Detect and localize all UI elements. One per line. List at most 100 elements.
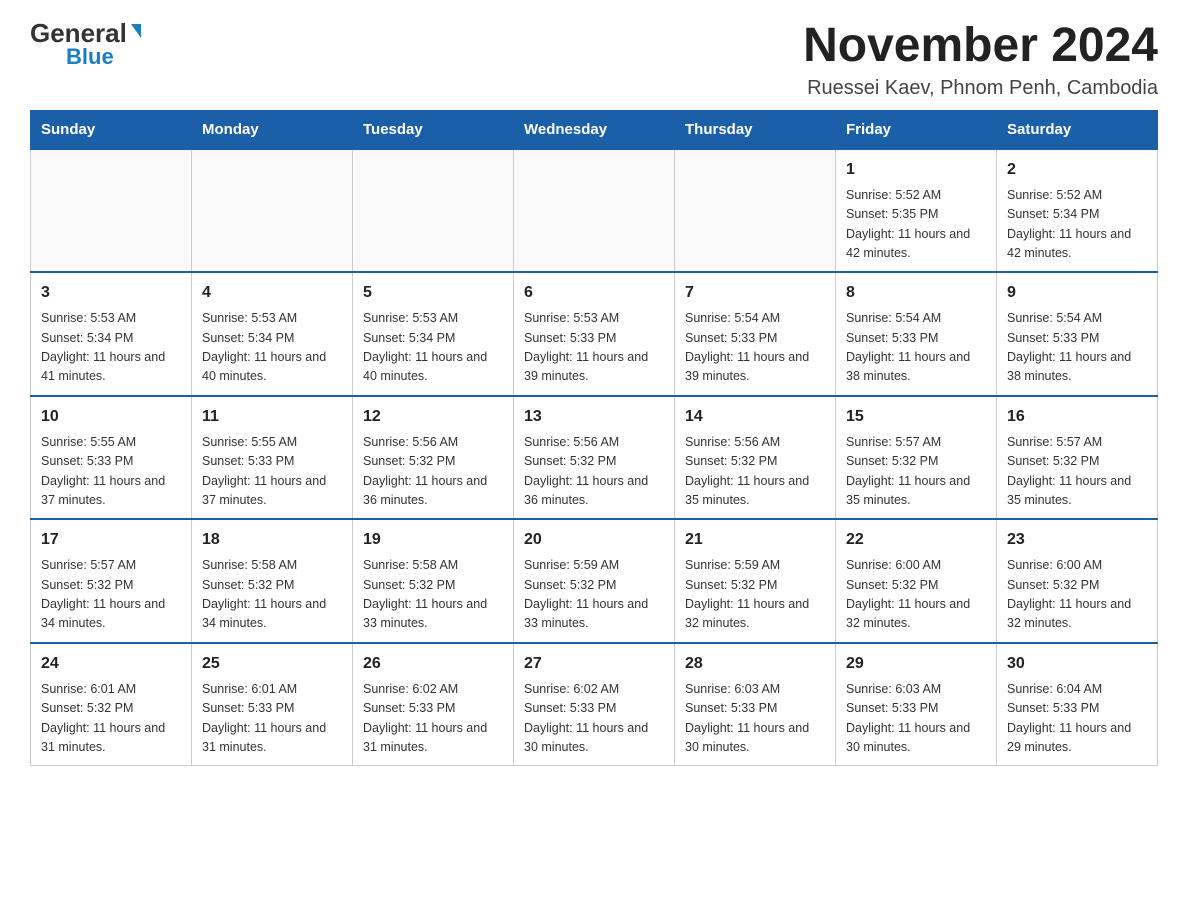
day-info: Sunrise: 5:57 AM Sunset: 5:32 PM Dayligh… xyxy=(41,556,181,634)
day-info: Sunrise: 6:03 AM Sunset: 5:33 PM Dayligh… xyxy=(846,680,986,758)
day-number: 3 xyxy=(41,281,181,305)
day-info: Sunrise: 5:52 AM Sunset: 5:35 PM Dayligh… xyxy=(846,186,986,264)
calendar-cell: 21 Sunrise: 5:59 AM Sunset: 5:32 PM Dayli… xyxy=(675,519,836,643)
calendar-cell xyxy=(31,149,192,273)
day-info: Sunrise: 5:56 AM Sunset: 5:32 PM Dayligh… xyxy=(363,433,503,511)
calendar-cell xyxy=(675,149,836,273)
calendar-cell: 16Sunrise: 5:57 AM Sunset: 5:32 PM Dayli… xyxy=(997,396,1158,520)
calendar-cell: 6 Sunrise: 5:53 AM Sunset: 5:33 PM Daylig… xyxy=(514,272,675,396)
calendar-cell: 28Sunrise: 6:03 AM Sunset: 5:33 PM Dayli… xyxy=(675,643,836,766)
calendar-cell: 27 Sunrise: 6:02 AM Sunset: 5:33 PM Dayli… xyxy=(514,643,675,766)
day-info: Sunrise: 6:00 AM Sunset: 5:32 PM Dayligh… xyxy=(1007,556,1147,634)
calendar-cell: 22 Sunrise: 6:00 AM Sunset: 5:32 PM Dayli… xyxy=(836,519,997,643)
day-number: 13 xyxy=(524,405,664,429)
day-info: Sunrise: 5:58 AM Sunset: 5:32 PM Dayligh… xyxy=(363,556,503,634)
calendar-cell: 18Sunrise: 5:58 AM Sunset: 5:32 PM Dayli… xyxy=(192,519,353,643)
day-number: 27 xyxy=(524,652,664,676)
calendar-day-header-tuesday: Tuesday xyxy=(353,110,514,149)
calendar-cell xyxy=(353,149,514,273)
calendar-cell: 13 Sunrise: 5:56 AM Sunset: 5:32 PM Dayli… xyxy=(514,396,675,520)
location-text: Ruessei Kaev, Phnom Penh, Cambodia xyxy=(803,77,1158,100)
calendar-week-row: 24 Sunrise: 6:01 AM Sunset: 5:32 PM Dayli… xyxy=(31,643,1158,766)
day-info: Sunrise: 5:59 AM Sunset: 5:32 PM Dayligh… xyxy=(685,556,825,634)
day-number: 18 xyxy=(202,528,342,552)
day-number: 20 xyxy=(524,528,664,552)
calendar-day-header-thursday: Thursday xyxy=(675,110,836,149)
day-info: Sunrise: 5:54 AM Sunset: 5:33 PM Dayligh… xyxy=(1007,309,1147,387)
day-number: 1 xyxy=(846,158,986,182)
day-number: 24 xyxy=(41,652,181,676)
day-info: Sunrise: 5:53 AM Sunset: 5:34 PM Dayligh… xyxy=(41,309,181,387)
day-info: Sunrise: 5:53 AM Sunset: 5:33 PM Dayligh… xyxy=(524,309,664,387)
calendar-cell: 20 Sunrise: 5:59 AM Sunset: 5:32 PM Dayli… xyxy=(514,519,675,643)
calendar-day-header-sunday: Sunday xyxy=(31,110,192,149)
calendar-cell: 29 Sunrise: 6:03 AM Sunset: 5:33 PM Dayli… xyxy=(836,643,997,766)
day-number: 17 xyxy=(41,528,181,552)
calendar-cell: 17 Sunrise: 5:57 AM Sunset: 5:32 PM Dayli… xyxy=(31,519,192,643)
calendar-day-header-friday: Friday xyxy=(836,110,997,149)
calendar-cell: 9Sunrise: 5:54 AM Sunset: 5:33 PM Daylig… xyxy=(997,272,1158,396)
calendar-day-header-saturday: Saturday xyxy=(997,110,1158,149)
day-info: Sunrise: 6:02 AM Sunset: 5:33 PM Dayligh… xyxy=(524,680,664,758)
logo: General Blue xyxy=(30,20,141,68)
day-info: Sunrise: 5:57 AM Sunset: 5:32 PM Dayligh… xyxy=(1007,433,1147,511)
day-info: Sunrise: 6:04 AM Sunset: 5:33 PM Dayligh… xyxy=(1007,680,1147,758)
calendar-cell: 19 Sunrise: 5:58 AM Sunset: 5:32 PM Dayli… xyxy=(353,519,514,643)
day-info: Sunrise: 5:54 AM Sunset: 5:33 PM Dayligh… xyxy=(846,309,986,387)
calendar-cell: 15 Sunrise: 5:57 AM Sunset: 5:32 PM Dayli… xyxy=(836,396,997,520)
calendar-cell: 12Sunrise: 5:56 AM Sunset: 5:32 PM Dayli… xyxy=(353,396,514,520)
day-info: Sunrise: 5:56 AM Sunset: 5:32 PM Dayligh… xyxy=(524,433,664,511)
calendar-cell: 24 Sunrise: 6:01 AM Sunset: 5:32 PM Dayli… xyxy=(31,643,192,766)
day-number: 7 xyxy=(685,281,825,305)
day-number: 15 xyxy=(846,405,986,429)
day-info: Sunrise: 5:52 AM Sunset: 5:34 PM Dayligh… xyxy=(1007,186,1147,264)
day-info: Sunrise: 5:59 AM Sunset: 5:32 PM Dayligh… xyxy=(524,556,664,634)
calendar-week-row: 10 Sunrise: 5:55 AM Sunset: 5:33 PM Dayli… xyxy=(31,396,1158,520)
day-number: 26 xyxy=(363,652,503,676)
day-number: 8 xyxy=(846,281,986,305)
calendar-header-row: SundayMondayTuesdayWednesdayThursdayFrid… xyxy=(31,110,1158,149)
day-number: 22 xyxy=(846,528,986,552)
day-number: 5 xyxy=(363,281,503,305)
calendar-week-row: 3 Sunrise: 5:53 AM Sunset: 5:34 PM Daylig… xyxy=(31,272,1158,396)
day-info: Sunrise: 5:54 AM Sunset: 5:33 PM Dayligh… xyxy=(685,309,825,387)
day-info: Sunrise: 5:57 AM Sunset: 5:32 PM Dayligh… xyxy=(846,433,986,511)
day-number: 29 xyxy=(846,652,986,676)
calendar-cell: 5 Sunrise: 5:53 AM Sunset: 5:34 PM Daylig… xyxy=(353,272,514,396)
calendar-week-row: 1 Sunrise: 5:52 AM Sunset: 5:35 PM Daylig… xyxy=(31,149,1158,273)
logo-triangle-icon xyxy=(131,24,141,38)
calendar-day-header-wednesday: Wednesday xyxy=(514,110,675,149)
calendar-cell: 3 Sunrise: 5:53 AM Sunset: 5:34 PM Daylig… xyxy=(31,272,192,396)
calendar-cell: 1 Sunrise: 5:52 AM Sunset: 5:35 PM Daylig… xyxy=(836,149,997,273)
day-info: Sunrise: 6:03 AM Sunset: 5:33 PM Dayligh… xyxy=(685,680,825,758)
calendar-cell: 7 Sunrise: 5:54 AM Sunset: 5:33 PM Daylig… xyxy=(675,272,836,396)
calendar-cell: 11 Sunrise: 5:55 AM Sunset: 5:33 PM Dayli… xyxy=(192,396,353,520)
day-number: 21 xyxy=(685,528,825,552)
calendar-week-row: 17 Sunrise: 5:57 AM Sunset: 5:32 PM Dayli… xyxy=(31,519,1158,643)
calendar-cell xyxy=(192,149,353,273)
calendar-cell: 2Sunrise: 5:52 AM Sunset: 5:34 PM Daylig… xyxy=(997,149,1158,273)
calendar-cell: 10 Sunrise: 5:55 AM Sunset: 5:33 PM Dayli… xyxy=(31,396,192,520)
day-number: 11 xyxy=(202,405,342,429)
day-info: Sunrise: 6:00 AM Sunset: 5:32 PM Dayligh… xyxy=(846,556,986,634)
page-header: General Blue November 2024 Ruessei Kaev,… xyxy=(30,20,1158,100)
logo-general-text: General xyxy=(30,20,127,46)
calendar-cell: 23 Sunrise: 6:00 AM Sunset: 5:32 PM Dayli… xyxy=(997,519,1158,643)
day-number: 14 xyxy=(685,405,825,429)
day-info: Sunrise: 5:56 AM Sunset: 5:32 PM Dayligh… xyxy=(685,433,825,511)
calendar-day-header-monday: Monday xyxy=(192,110,353,149)
day-info: Sunrise: 5:55 AM Sunset: 5:33 PM Dayligh… xyxy=(202,433,342,511)
day-number: 6 xyxy=(524,281,664,305)
day-number: 4 xyxy=(202,281,342,305)
calendar-cell: 30Sunrise: 6:04 AM Sunset: 5:33 PM Dayli… xyxy=(997,643,1158,766)
day-number: 25 xyxy=(202,652,342,676)
calendar-cell: 14 Sunrise: 5:56 AM Sunset: 5:32 PM Dayli… xyxy=(675,396,836,520)
day-info: Sunrise: 5:55 AM Sunset: 5:33 PM Dayligh… xyxy=(41,433,181,511)
day-info: Sunrise: 6:01 AM Sunset: 5:32 PM Dayligh… xyxy=(41,680,181,758)
day-number: 10 xyxy=(41,405,181,429)
day-number: 23 xyxy=(1007,528,1147,552)
calendar-cell xyxy=(514,149,675,273)
day-info: Sunrise: 5:53 AM Sunset: 5:34 PM Dayligh… xyxy=(363,309,503,387)
day-number: 19 xyxy=(363,528,503,552)
day-info: Sunrise: 5:53 AM Sunset: 5:34 PM Dayligh… xyxy=(202,309,342,387)
